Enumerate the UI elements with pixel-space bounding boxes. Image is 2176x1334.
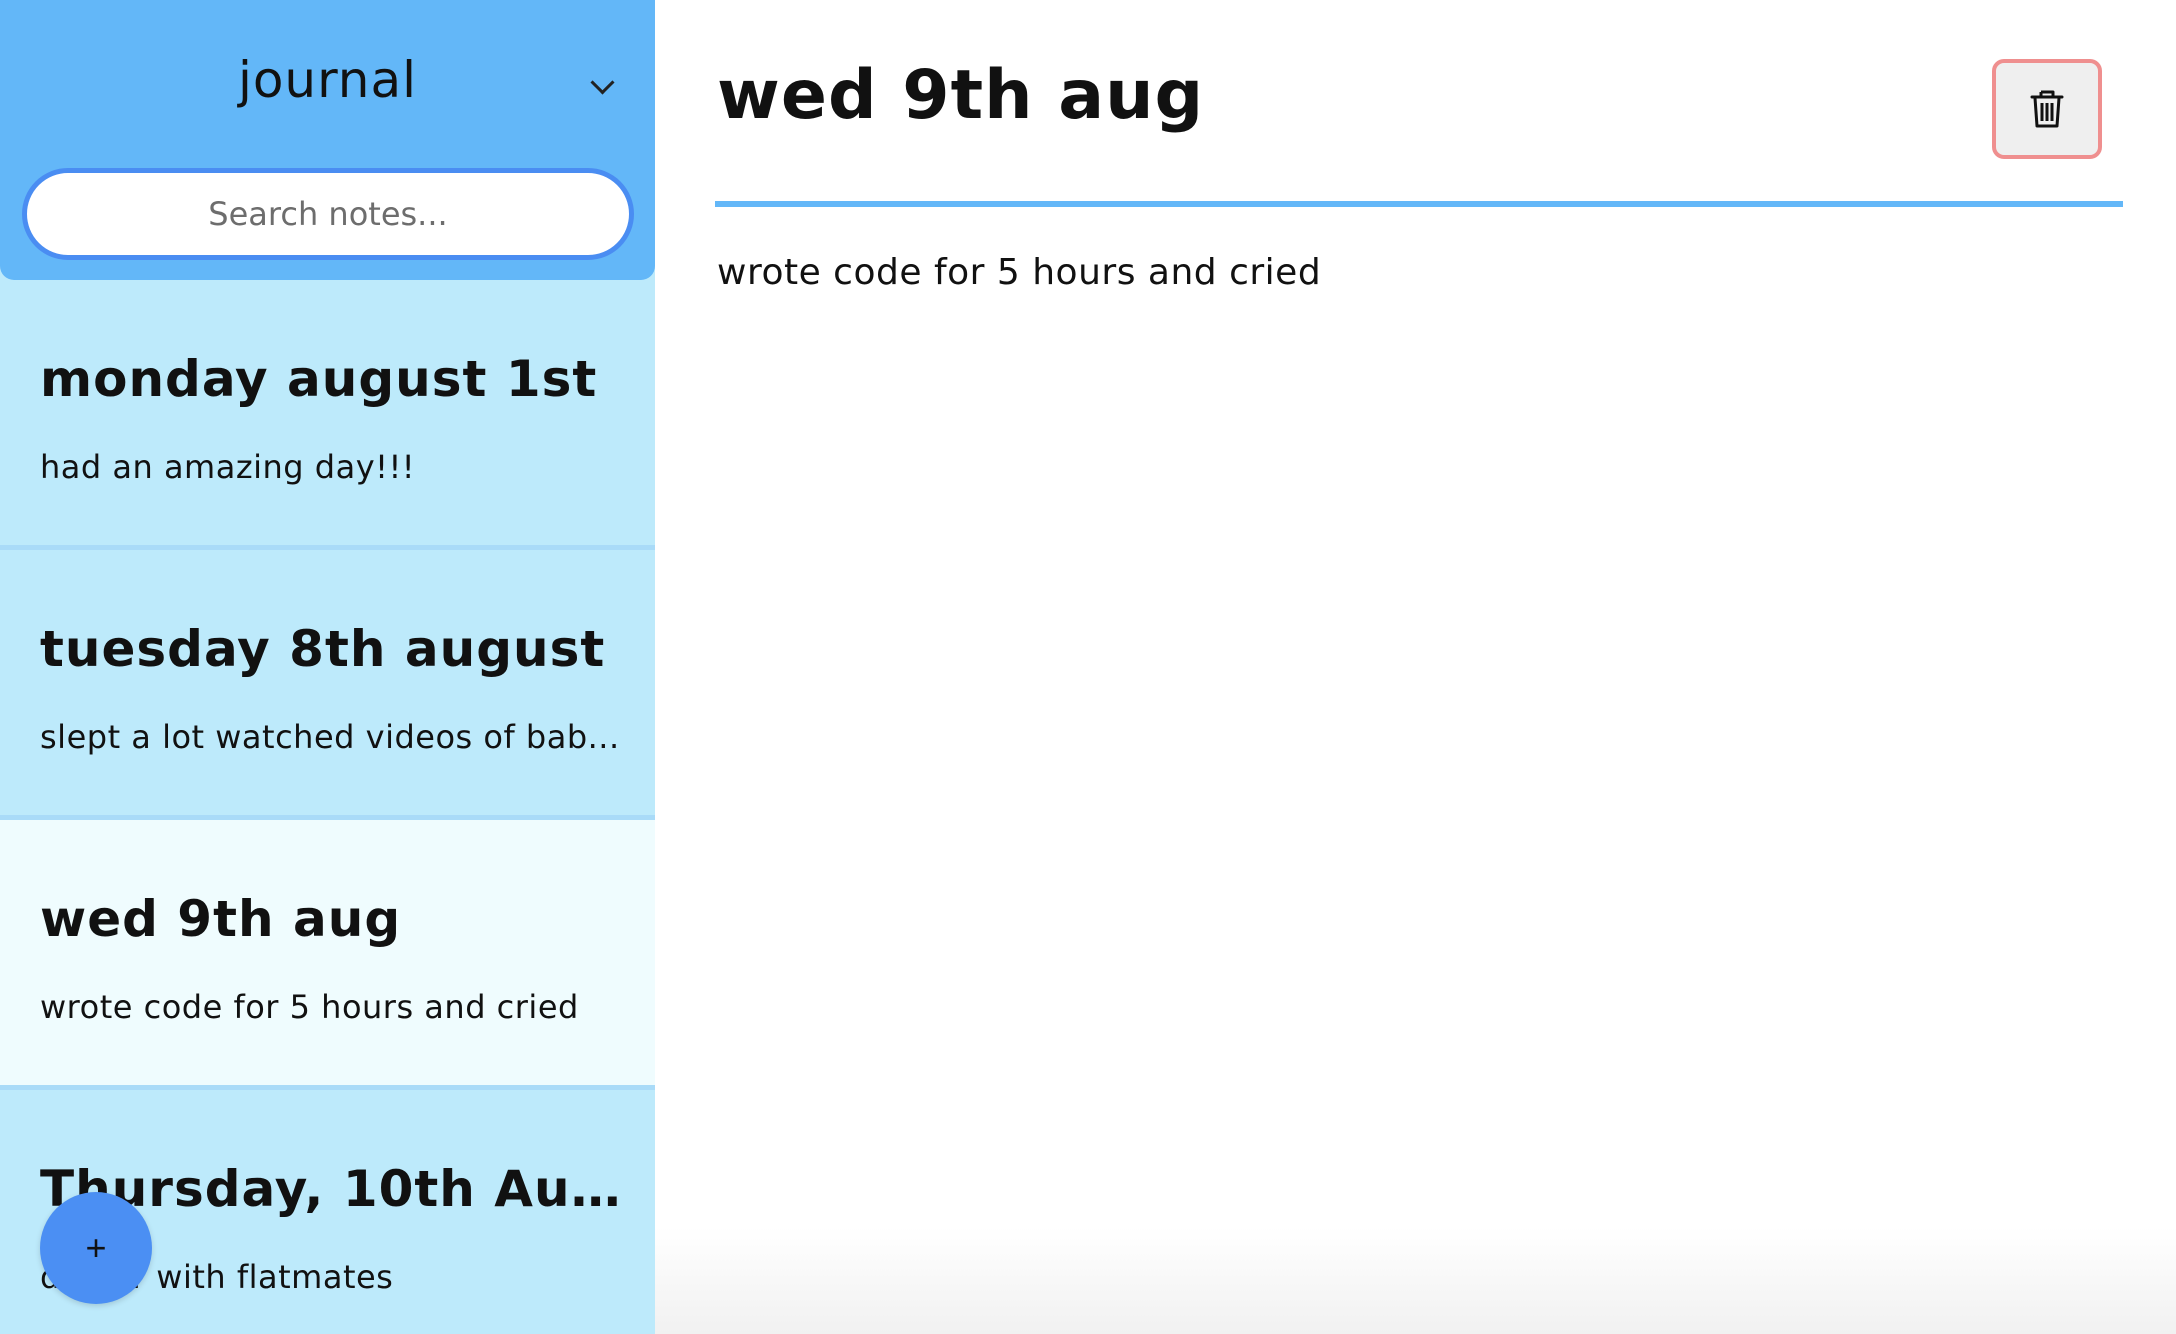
sidebar-header: journal: [0, 0, 655, 280]
note-item-preview: slept a lot watched videos of bab...: [40, 718, 620, 756]
delete-note-button[interactable]: [1992, 59, 2102, 159]
note-editor: wed 9th aug wrote code for 5 hours and c…: [655, 0, 2176, 1334]
notebook-selector[interactable]: journal: [0, 40, 655, 120]
search-box: [22, 168, 634, 260]
notebook-title: journal: [237, 51, 418, 109]
plus-icon: +: [85, 1227, 107, 1268]
note-body[interactable]: wrote code for 5 hours and cried: [717, 252, 1321, 293]
add-note-button[interactable]: +: [40, 1192, 152, 1304]
note-item-preview: wrote code for 5 hours and cried: [40, 988, 579, 1026]
trash-icon: [2030, 90, 2064, 128]
note-item-title: monday august 1st: [40, 350, 598, 408]
app: journal monday august 1st had an amazing…: [0, 0, 2176, 1334]
note-list-item[interactable]: monday august 1st had an amazing day!!!: [0, 280, 655, 550]
note-item-preview: had an amazing day!!!: [40, 448, 416, 486]
note-item-title: wed 9th aug: [40, 890, 402, 948]
title-divider: [715, 201, 2123, 207]
note-list-item[interactable]: tuesday 8th august slept a lot watched v…: [0, 550, 655, 820]
sidebar: journal monday august 1st had an amazing…: [0, 0, 655, 1334]
chevron-down-icon: [590, 70, 615, 95]
note-title[interactable]: wed 9th aug: [717, 56, 1204, 135]
note-item-title: tuesday 8th august: [40, 620, 606, 678]
note-list-item-active[interactable]: wed 9th aug wrote code for 5 hours and c…: [0, 820, 655, 1090]
search-input[interactable]: [22, 168, 634, 260]
note-list: monday august 1st had an amazing day!!! …: [0, 280, 655, 1334]
